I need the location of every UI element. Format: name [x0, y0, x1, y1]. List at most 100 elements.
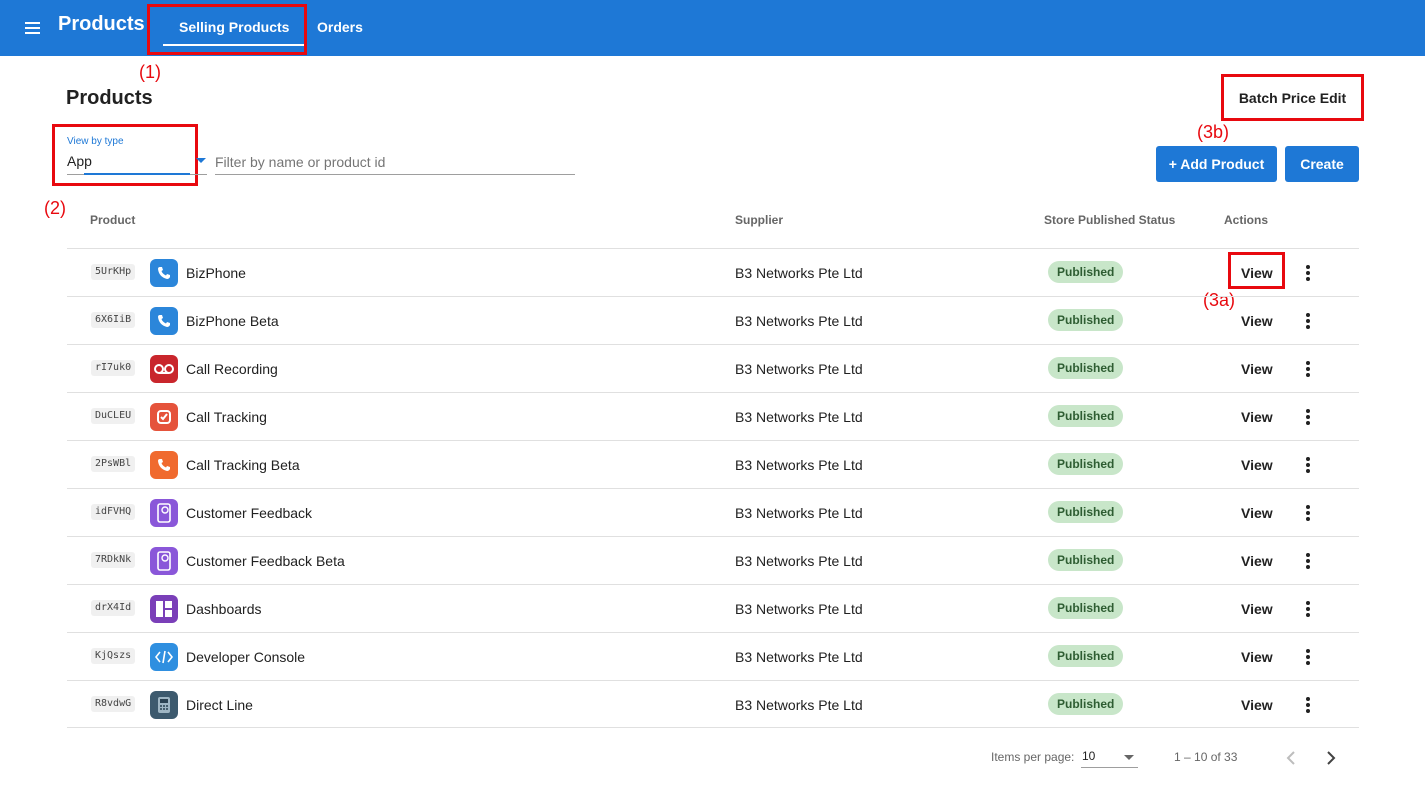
status-badge: Published	[1048, 261, 1124, 283]
supplier-name: B3 Networks Pte Ltd	[735, 409, 863, 425]
more-options-icon[interactable]	[1298, 309, 1318, 333]
annotation-box-1	[147, 4, 307, 55]
next-page-icon[interactable]	[1319, 746, 1343, 770]
table-row[interactable]: 5UrKHp BizPhone B3 Networks Pte Ltd Publish…	[67, 248, 1359, 296]
previous-page-icon[interactable]	[1279, 746, 1303, 770]
product-id-chip: rI7uk0	[91, 360, 136, 376]
product-id-chip: 2PsWBl	[91, 456, 136, 472]
add-product-button[interactable]: + Add Product	[1156, 146, 1277, 182]
product-id-chip: KjQszs	[91, 648, 136, 664]
view-by-type-label: View by type	[67, 136, 124, 147]
app-title: Products	[58, 13, 145, 35]
bizphone-icon	[150, 307, 178, 335]
view-button[interactable]: View	[1241, 649, 1273, 665]
table-row[interactable]: 6X6IiB BizPhone Beta B3 Networks Pte Ltd Pu…	[67, 296, 1359, 344]
filter-search-input[interactable]	[215, 150, 575, 175]
developer-console-icon	[150, 643, 178, 671]
product-name: BizPhone Beta	[186, 313, 279, 329]
page-size-underline	[1081, 767, 1138, 768]
call-recording-icon	[150, 355, 178, 383]
tab-orders[interactable]: Orders	[317, 19, 363, 35]
view-by-type-value[interactable]: App	[67, 153, 92, 169]
column-header-status: Store Published Status	[1044, 213, 1176, 227]
call-tracking-icon	[150, 403, 178, 431]
column-header-product: Product	[90, 213, 136, 227]
chevron-down-icon[interactable]	[1124, 755, 1134, 760]
view-button[interactable]: View	[1241, 505, 1273, 521]
page-range-label: 1 – 10 of 33	[1174, 750, 1238, 764]
column-header-supplier: Supplier	[735, 213, 784, 227]
more-options-icon[interactable]	[1298, 357, 1318, 381]
select-underline-active	[84, 173, 190, 175]
annotation-label-1: (1)	[139, 62, 161, 82]
supplier-name: B3 Networks Pte Ltd	[735, 313, 863, 329]
product-id-chip: DuCLEU	[91, 408, 136, 424]
supplier-name: B3 Networks Pte Ltd	[735, 697, 863, 713]
supplier-name: B3 Networks Pte Ltd	[735, 361, 863, 377]
view-button[interactable]: View	[1241, 265, 1273, 281]
status-badge: Published	[1048, 549, 1124, 571]
dashboards-icon	[150, 595, 178, 623]
table-row[interactable]: 7RDkNk Customer Feedback Beta B3 Networks …	[67, 536, 1359, 584]
page-size-value[interactable]: 10	[1082, 749, 1095, 763]
bizphone-icon	[150, 259, 178, 287]
view-button[interactable]: View	[1241, 457, 1273, 473]
product-name: Call Recording	[186, 361, 278, 377]
product-id-chip: 5UrKHp	[91, 264, 136, 280]
status-badge: Published	[1048, 645, 1124, 667]
product-name: Call Tracking Beta	[186, 457, 300, 473]
more-options-icon[interactable]	[1298, 501, 1318, 525]
product-id-chip: idFVHQ	[91, 504, 136, 520]
view-button[interactable]: View	[1241, 313, 1273, 329]
status-badge: Published	[1048, 501, 1124, 523]
table-row[interactable]: KjQszs Developer Console B3 Networks Pte L…	[67, 632, 1359, 680]
column-header-actions: Actions	[1224, 213, 1269, 227]
product-name: Direct Line	[186, 697, 253, 713]
supplier-name: B3 Networks Pte Ltd	[735, 601, 863, 617]
more-options-icon[interactable]	[1298, 645, 1318, 669]
table-row[interactable]: DuCLEU Call Tracking B3 Networks Pte Ltd Pu…	[67, 392, 1359, 440]
create-button[interactable]: Create	[1285, 146, 1359, 182]
product-name: Call Tracking	[186, 409, 267, 425]
hamburger-menu-icon[interactable]	[22, 16, 46, 40]
direct-line-icon	[150, 691, 178, 719]
more-options-icon[interactable]	[1298, 693, 1318, 717]
view-button[interactable]: View	[1241, 601, 1273, 617]
product-id-chip: R8vdwG	[91, 696, 136, 712]
items-per-page-label: Items per page:	[991, 750, 1075, 764]
customer-feedback-icon	[150, 499, 178, 527]
supplier-name: B3 Networks Pte Ltd	[735, 649, 863, 665]
view-button[interactable]: View	[1241, 553, 1273, 569]
annotation-label-2: (2)	[44, 198, 66, 218]
supplier-name: B3 Networks Pte Ltd	[735, 553, 863, 569]
table-row[interactable]: idFVHQ Customer Feedback B3 Networks Pte L…	[67, 488, 1359, 536]
status-badge: Published	[1048, 693, 1124, 715]
more-options-icon[interactable]	[1298, 549, 1318, 573]
status-badge: Published	[1048, 597, 1124, 619]
tab-label: Orders	[317, 19, 363, 35]
view-button[interactable]: View	[1241, 697, 1273, 713]
view-button[interactable]: View	[1241, 361, 1273, 377]
product-id-chip: 7RDkNk	[91, 552, 136, 568]
table-row[interactable]: rI7uk0 Call Recording B3 Networks Pte Ltd P…	[67, 344, 1359, 392]
status-badge: Published	[1048, 309, 1124, 331]
product-name: BizPhone	[186, 265, 246, 281]
product-name: Customer Feedback	[186, 505, 313, 521]
table-row[interactable]: 2PsWBl Call Tracking Beta B3 Networks Pte …	[67, 440, 1359, 488]
product-name: Customer Feedback Beta	[186, 553, 345, 569]
more-options-icon[interactable]	[1298, 261, 1318, 285]
table-row[interactable]: drX4Id Dashboards B3 Networks Pte Ltd Publi…	[67, 584, 1359, 632]
product-id-chip: 6X6IiB	[91, 312, 136, 328]
more-options-icon[interactable]	[1298, 453, 1318, 477]
call-tracking-beta-icon	[150, 451, 178, 479]
dropdown-arrow-icon[interactable]	[196, 158, 206, 163]
supplier-name: B3 Networks Pte Ltd	[735, 265, 863, 281]
more-options-icon[interactable]	[1298, 597, 1318, 621]
status-badge: Published	[1048, 405, 1124, 427]
batch-price-edit-button[interactable]: Batch Price Edit	[1227, 80, 1358, 116]
table-row[interactable]: R8vdwG Direct Line B3 Networks Pte Ltd Publ…	[67, 680, 1359, 728]
supplier-name: B3 Networks Pte Ltd	[735, 505, 863, 521]
view-button[interactable]: View	[1241, 409, 1273, 425]
more-options-icon[interactable]	[1298, 405, 1318, 429]
product-name: Dashboards	[186, 601, 262, 617]
